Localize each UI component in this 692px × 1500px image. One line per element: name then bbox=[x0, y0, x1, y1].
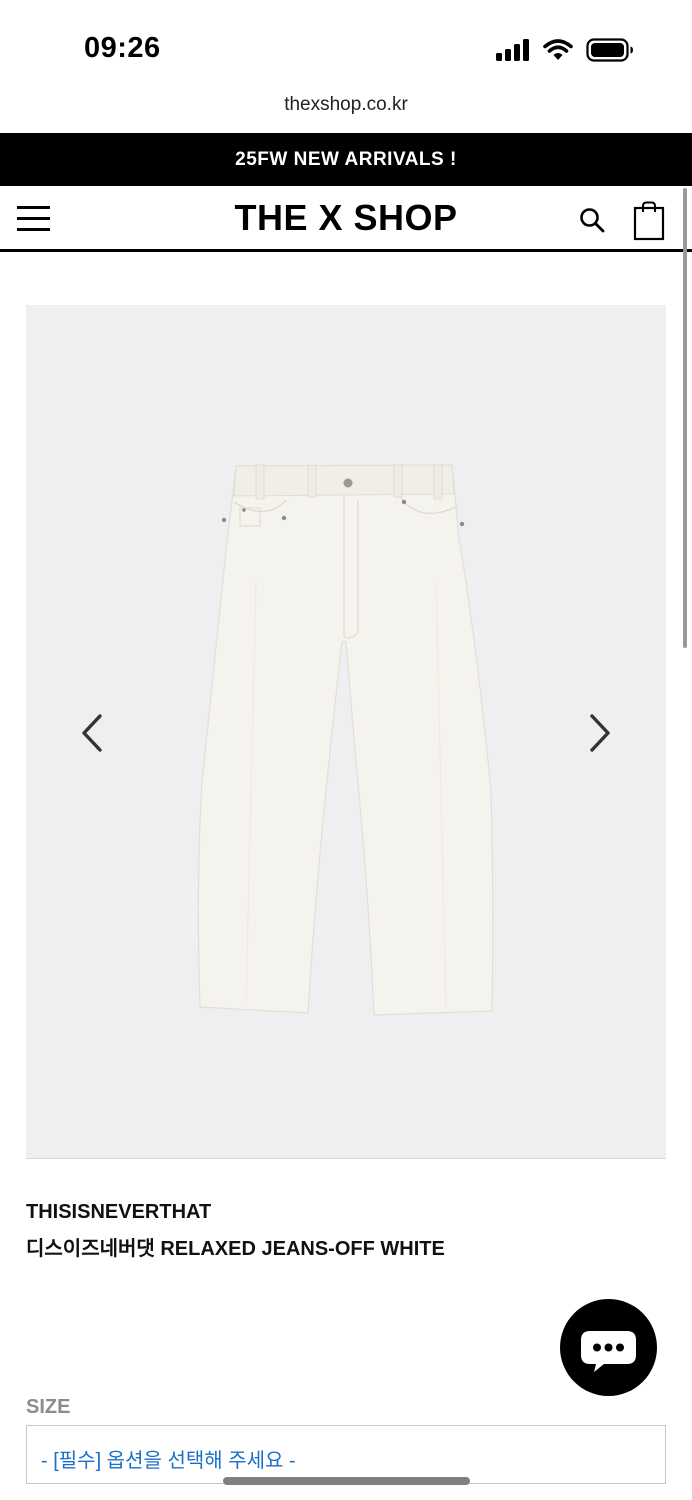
search-icon bbox=[580, 208, 605, 233]
site-logo: THE X SHOP bbox=[234, 197, 458, 238]
cart-button[interactable] bbox=[632, 201, 668, 241]
search-button[interactable] bbox=[578, 206, 606, 234]
promo-banner-text: 25FW NEW ARRIVALS ! bbox=[235, 148, 457, 170]
product-title: 디스이즈네버댓 RELAXED JEANS-OFF WHITE bbox=[26, 1238, 445, 1260]
product-page: 09:26 thexshop.co.kr 25FW NEW ARRIVALS !… bbox=[0, 0, 692, 1500]
promo-banner[interactable]: 25FW NEW ARRIVALS ! bbox=[0, 133, 692, 186]
shopping-bag-icon bbox=[633, 201, 665, 241]
cellular-signal-icon bbox=[496, 39, 529, 61]
logo-link[interactable]: THE X SHOP bbox=[200, 186, 492, 246]
battery-icon bbox=[586, 38, 633, 62]
chat-bubble-icon bbox=[581, 1331, 636, 1372]
home-indicator[interactable] bbox=[223, 1477, 470, 1485]
status-time: 09:26 bbox=[84, 32, 161, 64]
page-scrollbar[interactable] bbox=[683, 188, 687, 648]
chevron-right-icon bbox=[590, 714, 610, 752]
previous-image-button[interactable] bbox=[74, 710, 114, 756]
size-select[interactable]: - [필수] 옵션을 선택해 주세요 - bbox=[26, 1425, 666, 1484]
status-bar: 09:26 bbox=[0, 0, 692, 92]
menu-icon bbox=[17, 206, 51, 232]
chevron-left-icon bbox=[82, 714, 102, 752]
chat-button[interactable] bbox=[560, 1299, 657, 1396]
product-image-gallery[interactable] bbox=[26, 305, 666, 1159]
product-brand[interactable]: THISISNEVERTHAT bbox=[26, 1201, 211, 1224]
wifi-icon bbox=[543, 39, 573, 60]
size-label: SIZE bbox=[26, 1396, 71, 1418]
status-icons bbox=[496, 38, 634, 62]
size-select-value: - [필수] 옵션을 선택해 주세요 - bbox=[41, 1450, 296, 1472]
site-header: THE X SHOP bbox=[0, 186, 692, 252]
next-image-button[interactable] bbox=[578, 710, 618, 756]
address-bar-url[interactable]: thexshop.co.kr bbox=[0, 94, 692, 116]
product-image bbox=[197, 464, 494, 1016]
menu-button[interactable] bbox=[17, 206, 51, 232]
